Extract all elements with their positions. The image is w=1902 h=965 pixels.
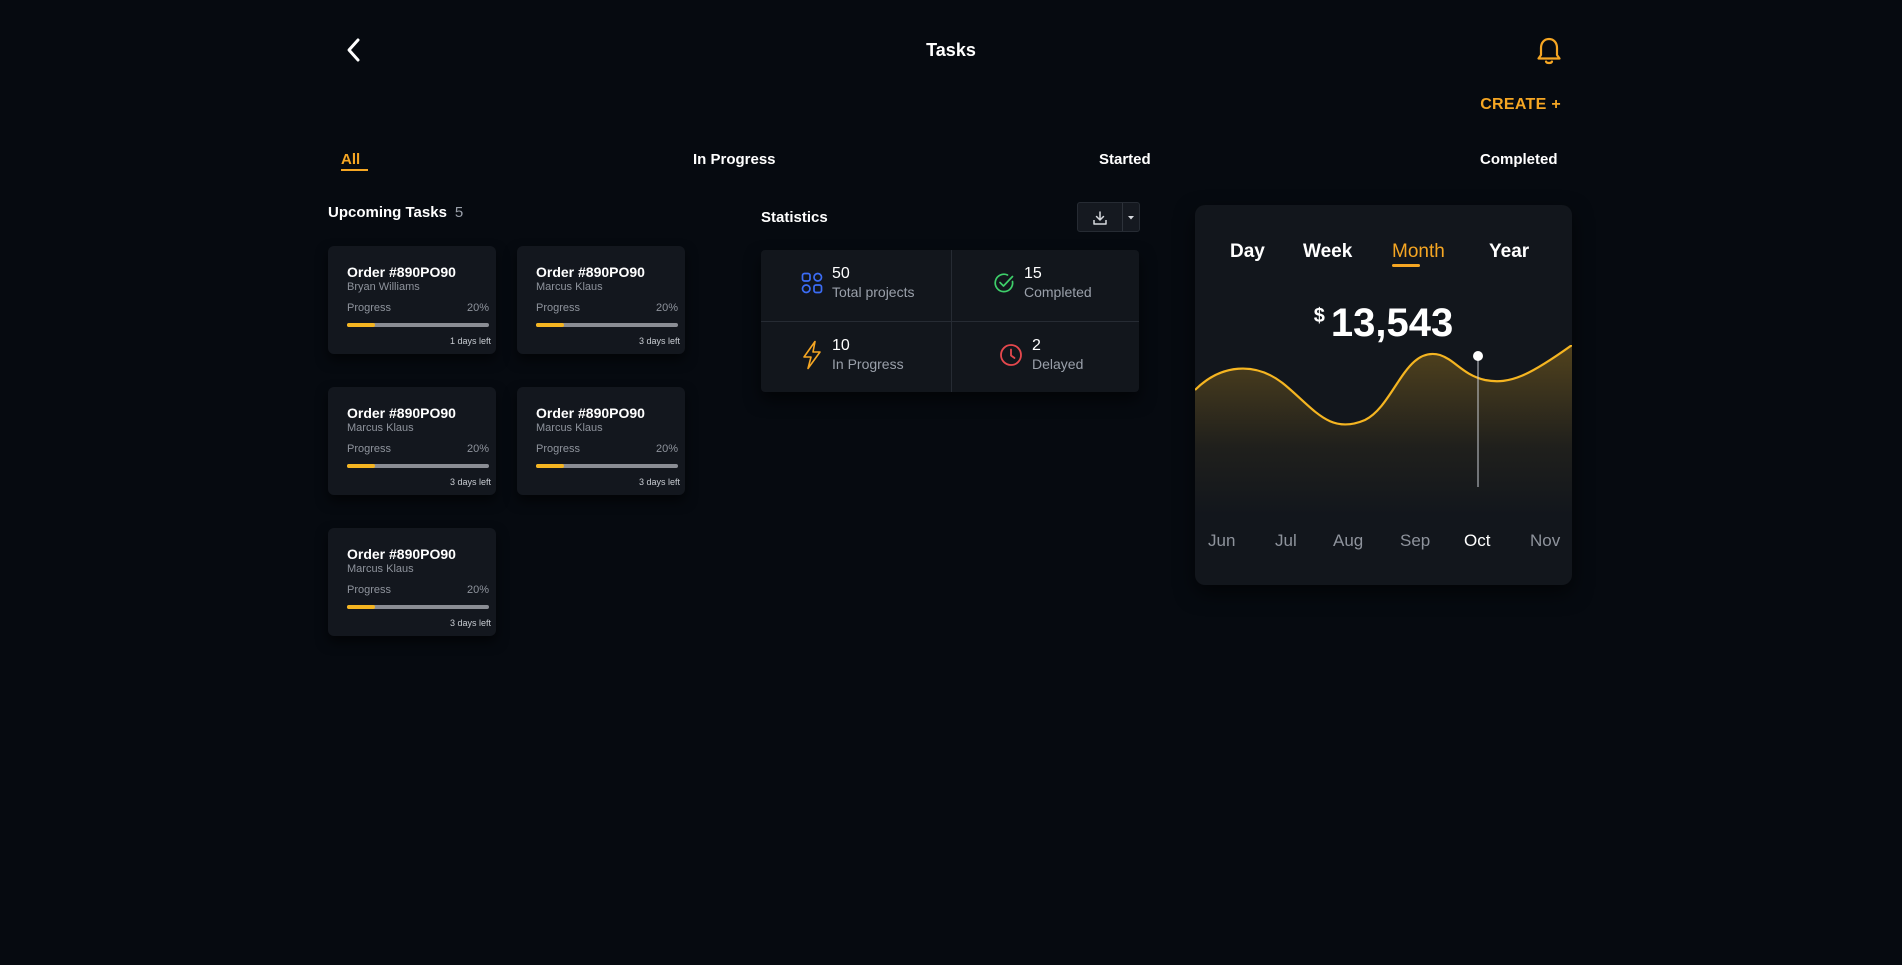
progress-percent: 20% (655, 443, 678, 455)
stat-delayed: 2 Delayed (999, 337, 1083, 373)
lightning-icon (803, 340, 821, 370)
notification-button[interactable] (1536, 36, 1562, 66)
progress-bar (536, 464, 678, 468)
stat-label: In Progress (832, 356, 904, 372)
task-assignee: Marcus Klaus (347, 422, 414, 434)
progress-bar-fill (347, 464, 376, 468)
progress-label: Progress (536, 302, 581, 314)
currency-symbol: $ (1313, 305, 1325, 327)
statistics-title: Statistics (761, 209, 828, 226)
tab-completed[interactable]: Completed (1480, 151, 1558, 168)
stat-label: Total projects (832, 284, 915, 300)
tab-all[interactable]: All (341, 151, 360, 168)
amount-value: 13,543 (1330, 301, 1454, 345)
page-title: Tasks (926, 40, 976, 60)
period-day[interactable]: Day (1230, 241, 1265, 263)
progress-label: Progress (536, 443, 581, 455)
progress-label: Progress (347, 443, 392, 455)
download-split-button[interactable] (1077, 202, 1140, 232)
period-year[interactable]: Year (1489, 241, 1529, 263)
task-assignee: Marcus Klaus (347, 563, 414, 575)
task-card[interactable]: Order #890PO90 Marcus Klaus Progress 20% … (517, 246, 685, 354)
task-order-number: Order #890PO90 (347, 546, 456, 562)
revenue-amount: $13,543 (1195, 301, 1572, 346)
statistics-panel: 50 Total projects 15 Completed 10 In Pro… (761, 250, 1139, 392)
days-left: 1 days left (449, 336, 491, 346)
chart-area (1195, 345, 1572, 515)
x-tick-label: Jun (1208, 531, 1236, 550)
stat-label: Completed (1024, 284, 1092, 300)
progress-percent: 20% (466, 302, 489, 314)
stat-value: 10 (832, 337, 850, 354)
upcoming-tasks-heading: Upcoming Tasks 5 (328, 204, 463, 221)
split-divider (1122, 203, 1123, 231)
x-tick-label: Oct (1464, 531, 1491, 550)
progress-bar (347, 605, 489, 609)
stat-in-progress: 10 In Progress (801, 337, 904, 373)
stat-label: Delayed (1032, 356, 1084, 372)
revenue-line-chart (1195, 345, 1572, 515)
progress-percent: 20% (655, 302, 678, 314)
tab-started[interactable]: Started (1099, 151, 1151, 168)
progress-percent: 20% (466, 584, 489, 596)
x-tick-label: Sep (1400, 531, 1431, 550)
clock-icon (1000, 344, 1022, 366)
days-left: 3 days left (449, 477, 491, 487)
progress-label: Progress (347, 584, 392, 596)
progress-bar-fill (536, 464, 565, 468)
upcoming-tasks-count: 5 (454, 204, 464, 221)
task-assignee: Marcus Klaus (536, 281, 603, 293)
progress-bar-fill (536, 323, 565, 327)
tab-active-indicator (341, 169, 368, 171)
progress-bar (536, 323, 678, 327)
stat-value: 2 (1032, 337, 1041, 354)
bell-icon (1537, 37, 1561, 65)
upcoming-tasks-title: Upcoming Tasks (328, 204, 447, 221)
stat-total-projects: 50 Total projects (801, 265, 914, 301)
tab-in-progress[interactable]: In Progress (693, 151, 776, 168)
days-left: 3 days left (449, 618, 491, 628)
task-card[interactable]: Order #890PO90 Marcus Klaus Progress 20% … (328, 387, 496, 495)
task-card[interactable]: Order #890PO90 Marcus Klaus Progress 20% … (517, 387, 685, 495)
progress-label: Progress (347, 302, 392, 314)
period-active-indicator (1392, 264, 1420, 267)
period-month[interactable]: Month (1392, 241, 1445, 263)
download-icon[interactable] (1092, 210, 1108, 226)
progress-percent: 20% (466, 443, 489, 455)
check-circle-icon (994, 273, 1014, 293)
grid-icon (801, 272, 823, 294)
progress-bar (347, 464, 489, 468)
x-tick-label: Aug (1333, 531, 1364, 550)
task-order-number: Order #890PO90 (536, 264, 645, 280)
create-button[interactable]: CREATE + (1480, 96, 1561, 114)
task-card[interactable]: Order #890PO90 Marcus Klaus Progress 20% … (328, 528, 496, 636)
chart-marker-point[interactable] (1473, 351, 1483, 361)
task-order-number: Order #890PO90 (347, 264, 456, 280)
days-left: 3 days left (638, 477, 680, 487)
divider (761, 321, 1139, 322)
x-tick-label: Nov (1530, 531, 1561, 550)
task-order-number: Order #890PO90 (347, 405, 456, 421)
x-tick-label: Jul (1275, 531, 1297, 550)
stat-completed: 15 Completed (993, 265, 1092, 301)
caret-down-icon[interactable] (1127, 215, 1135, 221)
stat-value: 50 (832, 265, 850, 282)
task-order-number: Order #890PO90 (536, 405, 645, 421)
stat-value: 15 (1024, 265, 1042, 282)
progress-bar-fill (347, 605, 376, 609)
task-assignee: Marcus Klaus (536, 422, 603, 434)
days-left: 3 days left (638, 336, 680, 346)
revenue-chart-card: Day Week Month Year $13,543 Jun Jul Aug … (1195, 205, 1572, 585)
period-week[interactable]: Week (1303, 241, 1352, 263)
task-card[interactable]: Order #890PO90 Bryan Williams Progress 20… (328, 246, 496, 354)
task-assignee: Bryan Williams (347, 281, 420, 293)
progress-bar (347, 323, 489, 327)
progress-bar-fill (347, 323, 376, 327)
